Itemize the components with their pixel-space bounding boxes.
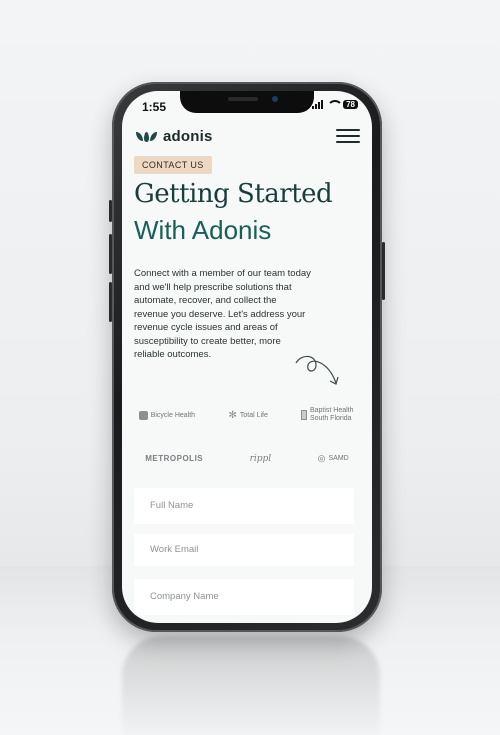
phone-screen: 1:55 78 adonis CONTACT US Getting Starte… [122, 91, 372, 623]
hero-intro-text: Connect with a member of our team today … [134, 268, 311, 360]
adonis-logo[interactable]: adonis [136, 128, 213, 145]
partner-logo: Bicycle Health [138, 410, 196, 420]
phone-mute-switch [109, 200, 112, 222]
baptist-health-icon [301, 410, 307, 420]
partner-name: Bicycle Health [150, 411, 196, 419]
samd-icon: ◎ [317, 453, 326, 463]
hero-title-line1: Getting Started [134, 179, 333, 209]
phone-power-button [382, 242, 385, 300]
phone-volume-up [109, 234, 112, 274]
front-camera [272, 96, 278, 102]
leaf-logo-icon [136, 131, 157, 142]
phone-mockup: 1:55 78 adonis CONTACT US Getting Starte… [109, 82, 385, 632]
brand-name: adonis [163, 128, 213, 145]
speaker-grille [228, 97, 258, 101]
partner-logo: ✻ Total Life [228, 410, 267, 421]
partner-logo: Baptist Health South Florida [301, 407, 355, 423]
phone-notch [180, 91, 314, 113]
bicycle-health-icon [138, 410, 148, 420]
partner-name: SAMD [328, 455, 349, 462]
total-life-icon: ✻ [228, 409, 237, 421]
partner-logos-row-2: METROPOLIS rippl ◎ SAMD [122, 453, 372, 464]
hamburger-menu-icon[interactable] [336, 129, 360, 143]
partner-name: METROPOLIS [145, 454, 204, 463]
site-navbar: adonis [122, 125, 372, 153]
partner-logo: ◎ SAMD [318, 453, 349, 464]
signal-icon [312, 100, 324, 109]
hero-title-line2: With Adonis [134, 215, 272, 245]
work-email-input[interactable]: Work Email [134, 534, 354, 566]
partner-logos-row-1: Bicycle Health ✻ Total Life Baptist Healt… [122, 407, 372, 423]
curved-arrow-icon [295, 355, 339, 385]
contact-us-badge: CONTACT US [134, 156, 212, 174]
partner-name: Total Life [239, 411, 268, 419]
phone-volume-down [109, 282, 112, 322]
wifi-icon [327, 100, 344, 109]
phone-reflection [122, 636, 380, 735]
status-indicators: 78 [312, 100, 358, 109]
partner-name: Baptist Health South Florida [309, 407, 354, 422]
company-name-input[interactable]: Company Name [134, 579, 354, 615]
battery-icon: 78 [343, 100, 358, 109]
partner-name: rippl [249, 453, 272, 464]
status-time: 1:55 [142, 100, 167, 114]
full-name-input[interactable]: Full Name [134, 488, 354, 524]
